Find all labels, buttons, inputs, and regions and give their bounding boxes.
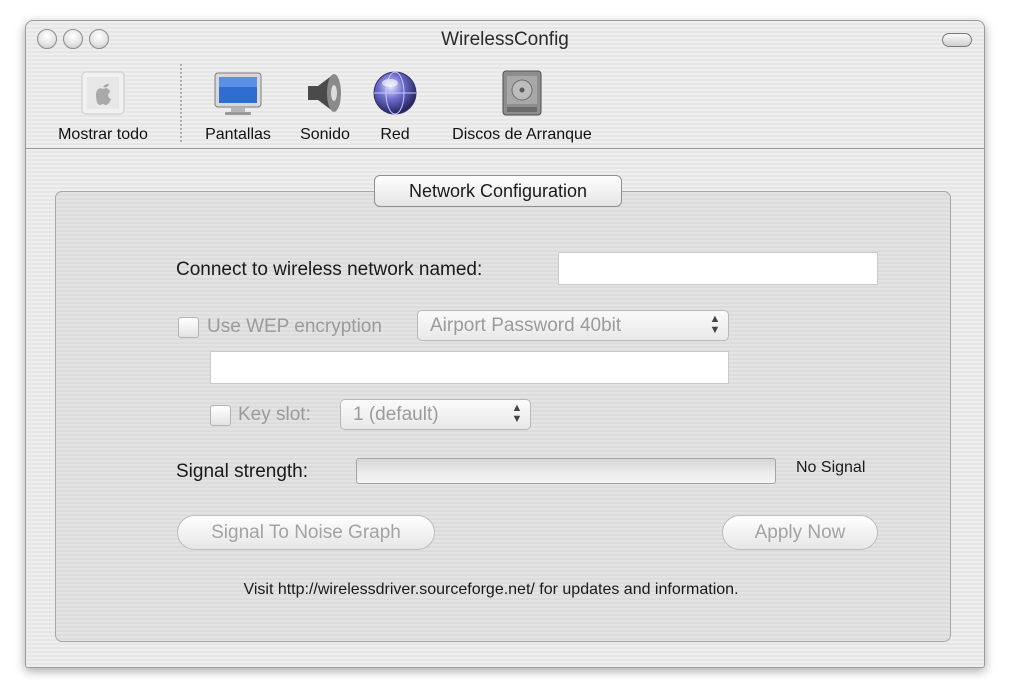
toolbar-item-label: Pantallas (205, 126, 271, 143)
popup-arrows-icon: ▲ ▼ (511, 402, 523, 425)
wep-type-value: Airport Password 40bit (430, 315, 622, 336)
display-icon (214, 72, 262, 115)
toolbar-item-label: Discos de Arranque (452, 126, 592, 143)
network-name-input[interactable] (558, 252, 878, 285)
toolbar-item-label: Sonido (300, 126, 350, 143)
signal-strength-bar (356, 458, 776, 484)
key-slot-popup[interactable]: 1 (default) ▲ ▼ (340, 399, 531, 430)
globe-icon (373, 71, 417, 115)
key-slot-checkbox[interactable] (210, 405, 231, 426)
toolbar-item-displays[interactable]: Pantallas (198, 68, 278, 144)
toolbar-item-label: Mostrar todo (58, 126, 148, 143)
hard-disk-icon (502, 70, 542, 116)
panel-title: Network Configuration (374, 175, 622, 207)
popup-arrows-icon: ▲ ▼ (709, 313, 721, 336)
apply-now-button[interactable]: Apply Now (722, 515, 878, 550)
toolbar-item-network[interactable]: Red (369, 68, 421, 144)
wep-checkbox[interactable] (178, 317, 199, 338)
toolbar-item-label: Red (380, 126, 410, 143)
speaker-icon (308, 74, 341, 112)
title-bar[interactable]: WirelessConfig (26, 21, 984, 58)
wep-key-input[interactable] (210, 351, 729, 384)
footer-info-text: Visit http://wirelessdriver.sourceforge.… (243, 581, 739, 598)
preferences-window: WirelessConfig Mostrar todo Pantallas So… (25, 20, 985, 668)
wep-label: Use WEP encryption (207, 316, 382, 337)
window-title: WirelessConfig (441, 29, 569, 50)
key-slot-value: 1 (default) (353, 404, 439, 425)
toolbar-toggle-button[interactable] (942, 33, 972, 47)
signal-noise-graph-button[interactable]: Signal To Noise Graph (177, 515, 435, 550)
network-name-label: Connect to wireless network named: (176, 259, 483, 280)
toolbar: Mostrar todo Pantallas Sonido Red Discos… (26, 58, 984, 149)
signal-strength-label: Signal strength: (176, 461, 309, 482)
key-slot-label: Key slot: (238, 404, 311, 425)
apple-icon (81, 71, 125, 115)
toolbar-item-show-all[interactable]: Mostrar todo (45, 68, 161, 144)
toolbar-separator (180, 64, 182, 142)
signal-status: No Signal (796, 459, 866, 476)
wep-type-popup[interactable]: Airport Password 40bit ▲ ▼ (417, 310, 729, 341)
toolbar-item-startup-disk[interactable]: Discos de Arranque (434, 68, 610, 144)
toolbar-item-sound[interactable]: Sonido (290, 68, 360, 144)
